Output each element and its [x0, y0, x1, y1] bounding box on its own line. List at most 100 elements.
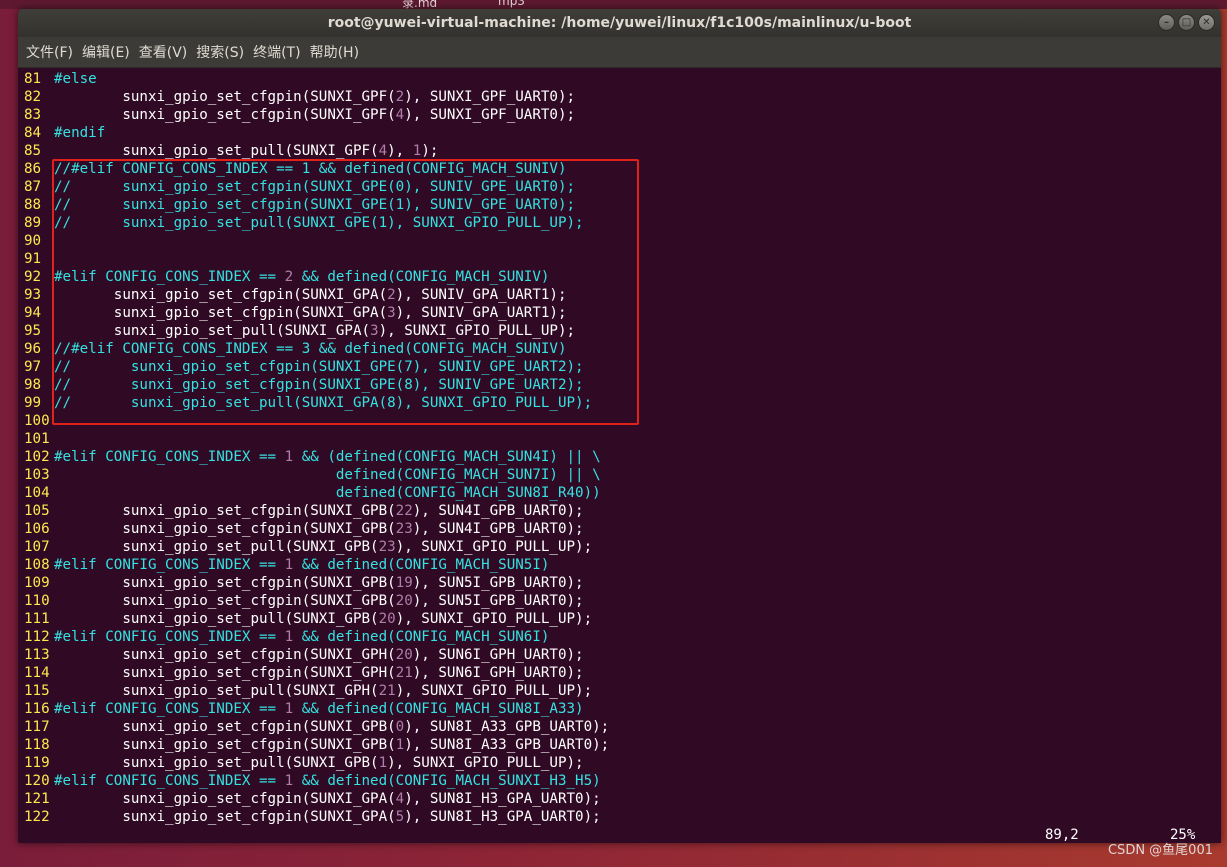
menu-help[interactable]: 帮助(H): [306, 42, 363, 62]
code-token: 4: [395, 791, 405, 807]
code-line: 105 sunxi_gpio_set_cfgpin(SUNXI_GPB(22),…: [24, 502, 584, 520]
code-token: defined(CONFIG_MACH_SUN8I_R40)): [54, 485, 601, 501]
code-token: ), SUNIV_GPA_UART1);: [395, 305, 567, 321]
code-token: 2: [395, 89, 405, 105]
code-line: 87 // sunxi_gpio_set_cfgpin(SUNXI_GPE(0),…: [24, 178, 575, 196]
line-number: 93: [24, 287, 42, 303]
code-token: // sunxi_gpio_set_pull(SUNXI_GPA(8), SUN…: [54, 395, 593, 411]
code-token: 3: [387, 305, 396, 321]
line-number: 94: [24, 305, 42, 321]
code-line: 114 sunxi_gpio_set_cfgpin(SUNXI_GPH(21),…: [24, 664, 584, 682]
code-line: 108 #elif CONFIG_CONS_INDEX == 1 && defin…: [24, 556, 549, 574]
code-token: 5: [395, 809, 405, 825]
line-number: 110: [24, 593, 50, 609]
code-token: 23: [395, 521, 413, 537]
code-token: defined(CONFIG_MACH_SUN7I) || \: [54, 467, 601, 483]
code-token: //#elif CONFIG_CONS_INDEX == 3 && define…: [54, 341, 567, 357]
code-line: 82 sunxi_gpio_set_cfgpin(SUNXI_GPF(2), S…: [24, 88, 575, 106]
code-token: ), SUN4I_GPB_UART0);: [412, 521, 584, 537]
code-line: 86 //#elif CONFIG_CONS_INDEX == 1 && defi…: [24, 160, 567, 178]
line-number: 118: [24, 737, 50, 753]
code-token: 2: [284, 269, 294, 285]
code-token: sunxi_gpio_set_cfgpin(SUNXI_GPA(: [54, 305, 388, 321]
code-line: 89 // sunxi_gpio_set_pull(SUNXI_GPE(1), S…: [24, 214, 584, 232]
code-token: sunxi_gpio_set_cfgpin(SUNXI_GPH(: [54, 665, 396, 681]
code-token: 19: [395, 575, 413, 591]
code-token: // sunxi_gpio_set_cfgpin(SUNXI_GPE(8), S…: [54, 377, 584, 393]
code-line: 111 sunxi_gpio_set_pull(SUNXI_GPB(20), S…: [24, 610, 592, 628]
code-line: 91: [24, 250, 54, 268]
code-token: sunxi_gpio_set_cfgpin(SUNXI_GPF(: [54, 89, 396, 105]
line-number: 96: [24, 341, 42, 357]
code-token: // sunxi_gpio_set_cfgpin(SUNXI_GPE(1), S…: [54, 197, 576, 213]
code-token: 20: [378, 611, 396, 627]
menu-terminal[interactable]: 终端(T): [249, 42, 304, 62]
line-number: 90: [24, 233, 42, 249]
code-token: ), SUN8I_A33_GPB_UART0);: [404, 737, 610, 753]
code-token: sunxi_gpio_set_cfgpin(SUNXI_GPH(: [54, 647, 396, 663]
code-line: 94 sunxi_gpio_set_cfgpin(SUNXI_GPA(3), S…: [24, 304, 567, 322]
menu-edit[interactable]: 编辑(E): [78, 42, 134, 62]
code-token: 23: [378, 539, 396, 555]
code-line: 103 defined(CONFIG_MACH_SUN7I) || \: [24, 466, 601, 484]
code-line: 110 sunxi_gpio_set_cfgpin(SUNXI_GPB(20),…: [24, 592, 584, 610]
code-token: sunxi_gpio_set_pull(SUNXI_GPH(: [54, 683, 379, 699]
code-token: ), SUNIV_GPA_UART1);: [395, 287, 567, 303]
code-token: sunxi_gpio_set_cfgpin(SUNXI_GPB(: [54, 575, 396, 591]
line-number: 85: [24, 143, 42, 159]
terminal-text-area[interactable]: 89,2 25% 81 #else 82 sunxi_gpio_set_cfgpin…: [18, 68, 1221, 843]
code-token: ), SUN5I_GPB_UART0);: [412, 593, 584, 609]
code-token: 21: [395, 665, 413, 681]
line-number: 115: [24, 683, 50, 699]
code-token: 4: [378, 143, 388, 159]
code-token: 21: [378, 683, 396, 699]
code-line: 88 // sunxi_gpio_set_cfgpin(SUNXI_GPE(1),…: [24, 196, 575, 214]
line-number: 116: [24, 701, 50, 717]
terminal-window: root@yuwei-virtual-machine: /home/yuwei/…: [18, 9, 1221, 843]
code-token: 3: [370, 323, 379, 339]
maximize-button[interactable]: □: [1178, 14, 1195, 31]
code-token: ), SUN6I_GPH_UART0);: [412, 647, 584, 663]
code-token: // sunxi_gpio_set_cfgpin(SUNXI_GPE(0), S…: [54, 179, 576, 195]
code-token: #elif CONFIG_CONS_INDEX ==: [54, 557, 285, 573]
line-number: 105: [24, 503, 50, 519]
line-number: 108: [24, 557, 50, 573]
code-token: && (defined(CONFIG_MACH_SUN4I) || \: [293, 449, 601, 465]
line-number: 81: [24, 71, 42, 87]
menu-file[interactable]: 文件(F): [22, 42, 77, 62]
code-line: 95 sunxi_gpio_set_pull(SUNXI_GPA(3), SUN…: [24, 322, 575, 340]
line-number: 82: [24, 89, 42, 105]
code-token: sunxi_gpio_set_cfgpin(SUNXI_GPB(: [54, 719, 396, 735]
code-line: 119 sunxi_gpio_set_pull(SUNXI_GPB(1), SU…: [24, 754, 584, 772]
code-line: 96 //#elif CONFIG_CONS_INDEX == 3 && defi…: [24, 340, 567, 358]
line-number: 101: [24, 431, 50, 447]
code-token: ), SUN8I_A33_GPB_UART0);: [404, 719, 610, 735]
line-number: 122: [24, 809, 50, 825]
code-line: 104 defined(CONFIG_MACH_SUN8I_R40)): [24, 484, 601, 502]
code-token: 1: [378, 755, 388, 771]
line-number: 112: [24, 629, 50, 645]
code-token: // sunxi_gpio_set_pull(SUNXI_GPE(1), SUN…: [54, 215, 584, 231]
line-number: 113: [24, 647, 50, 663]
code-token: #elif CONFIG_CONS_INDEX ==: [54, 773, 285, 789]
close-button[interactable]: ✕: [1198, 14, 1215, 31]
code-token: ), SUNXI_GPIO_PULL_UP);: [378, 323, 576, 339]
code-token: ), SUNXI_GPIO_PULL_UP);: [387, 755, 584, 771]
line-number: 109: [24, 575, 50, 591]
code-token: 20: [395, 647, 413, 663]
code-token: ), SUN8I_H3_GPA_UART0);: [404, 809, 601, 825]
menu-search[interactable]: 搜索(S): [192, 42, 248, 62]
code-token: sunxi_gpio_set_cfgpin(SUNXI_GPB(: [54, 737, 396, 753]
code-token: 1: [284, 629, 294, 645]
line-number: 107: [24, 539, 50, 555]
menu-bar: 文件(F) 编辑(E) 查看(V) 搜索(S) 终端(T) 帮助(H): [18, 37, 1221, 68]
code-line: 113 sunxi_gpio_set_cfgpin(SUNXI_GPH(20),…: [24, 646, 584, 664]
code-token: #else: [54, 71, 97, 87]
line-number: 121: [24, 791, 50, 807]
minimize-button[interactable]: –: [1158, 14, 1175, 31]
desktop-item[interactable]: mp3: [498, 0, 525, 8]
code-token: && defined(CONFIG_MACH_SUN6I): [293, 629, 550, 645]
line-number: 87: [24, 179, 42, 195]
title-bar[interactable]: root@yuwei-virtual-machine: /home/yuwei/…: [18, 9, 1221, 37]
menu-view[interactable]: 查看(V): [135, 42, 192, 62]
